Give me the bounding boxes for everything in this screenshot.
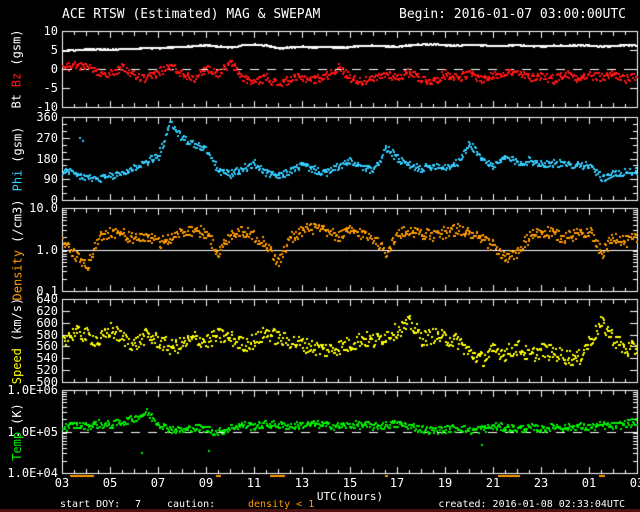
x-tick-label: 13 <box>294 476 310 490</box>
x-tick-label: 09 <box>198 476 214 490</box>
x-tick-label: 03 <box>629 476 640 490</box>
y-tick-label: 0 <box>50 62 58 76</box>
temp-unit-label: (K) <box>10 402 24 425</box>
y-tick-label: 1.0E+05 <box>7 425 58 439</box>
chart-canvas <box>0 0 640 512</box>
x-tick-label: 03 <box>54 476 70 490</box>
y-tick-label: -5 <box>43 81 58 95</box>
x-tick-label: 23 <box>533 476 549 490</box>
x-tick-label: 21 <box>485 476 501 490</box>
begin-timestamp: Begin: 2016-01-07 03:00:00UTC <box>399 7 626 22</box>
y-tick-label: 1.0E+06 <box>7 383 58 397</box>
y-tick-label: 270 <box>36 131 58 145</box>
x-tick-label: 11 <box>246 476 262 490</box>
ace-rtsw-plot: ACE RTSW (Estimated) MAG & SWEPAM Begin:… <box>0 0 640 512</box>
y-tick-label: 1.0 <box>36 243 58 257</box>
x-tick-label: 19 <box>437 476 453 490</box>
x-tick-label: 05 <box>102 476 118 490</box>
y-tick-label: 90 <box>43 172 58 186</box>
x-tick-label: 07 <box>150 476 166 490</box>
x-tick-label: 15 <box>342 476 358 490</box>
page-title: ACE RTSW (Estimated) MAG & SWEPAM <box>62 7 321 22</box>
y-tick-label: 10 <box>43 24 58 38</box>
y-tick-label: 5 <box>50 43 58 57</box>
y-tick-label: 10.0 <box>29 201 58 215</box>
y-tick-label: 360 <box>36 110 58 124</box>
x-tick-label: 01 <box>581 476 597 490</box>
x-tick-label: 17 <box>389 476 405 490</box>
y-tick-label: 180 <box>36 152 58 166</box>
